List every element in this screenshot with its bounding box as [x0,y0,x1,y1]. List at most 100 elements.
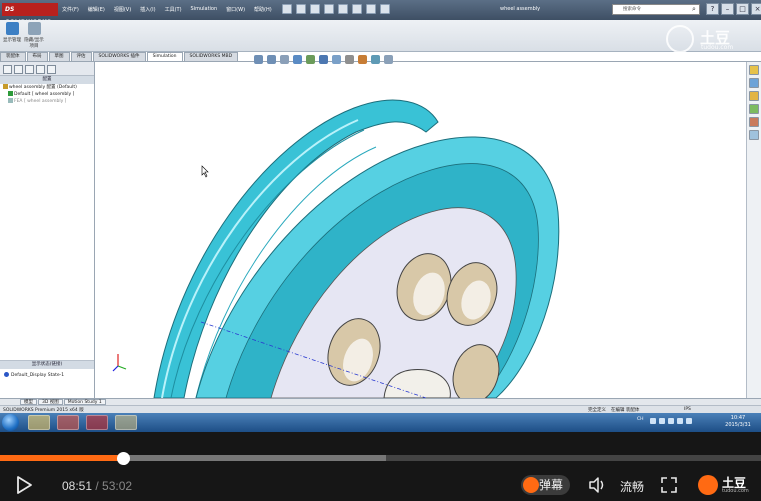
menu-item-simulation[interactable]: Simulation [191,6,218,13]
close-button[interactable]: × [751,3,761,15]
tray-help-icon[interactable] [650,418,656,424]
edit-appearance-icon[interactable] [358,55,367,64]
display-manager-label: 显示管理 [3,38,21,43]
danmu-toggle[interactable]: 弹幕 [521,475,570,495]
quality-selector[interactable]: 流畅 [620,478,644,495]
menu-item-help[interactable]: 帮助(H) [254,6,272,13]
menu-item-insert[interactable]: 插入(I) [140,6,155,13]
file-explorer-icon[interactable] [749,91,759,101]
menu-item-tools[interactable]: 工具(T) [165,6,182,13]
zoom-area-icon[interactable] [267,55,276,64]
taskbar-folder-icon[interactable] [115,415,137,430]
view-palette-icon[interactable] [749,104,759,114]
undo-icon[interactable] [338,4,348,14]
tray-network-icon[interactable] [677,418,683,424]
menu-item-edit[interactable]: 编辑(E) [88,6,105,13]
video-player-controls: 08:51 / 53:02 弹幕 流畅 土豆 tudou.com [0,432,761,501]
display-manager-button[interactable]: 显示管理 [2,22,22,50]
display-state-item[interactable]: Default_Display State-1 [4,372,64,378]
new-icon[interactable] [282,4,292,14]
tab-addins[interactable]: SOLIDWORKS 插件 [92,52,146,61]
command-search-input[interactable]: 搜索命令 [612,4,700,15]
video-frame[interactable]: DS SOLIDWORKS 文件(F) 编辑(E) 视图(V) 插入(I) 工具… [0,0,761,432]
wheel-model[interactable] [96,62,746,398]
taskbar-powerpoint-icon[interactable] [57,415,79,430]
progress-bar[interactable] [0,455,761,461]
hide-show-items-icon[interactable] [345,55,354,64]
hide-show-items-button[interactable]: 隐藏/显示 项目 [24,22,44,50]
brand-sub: tudou.com [722,488,749,494]
display-states-header: 显示状态(链接) [0,361,94,369]
tray-flag-icon[interactable] [668,418,674,424]
solidworks-logo: DS SOLIDWORKS [2,3,58,26]
taskbar-clock[interactable]: 10:47 2015/3/31 [718,415,758,429]
section-view-icon[interactable] [293,55,302,64]
zoom-fit-icon[interactable] [254,55,263,64]
display-style-icon[interactable] [332,55,341,64]
solidworks-resources-icon[interactable] [749,65,759,75]
taskbar-solidworks-icon[interactable] [86,415,108,430]
total-time: 53:02 [102,479,133,493]
maximize-button[interactable]: □ [736,3,749,15]
apply-scene-icon[interactable] [371,55,380,64]
display-manager-tab-icon[interactable] [47,65,56,74]
select-icon[interactable] [352,4,362,14]
tab-assembly[interactable]: 装配体 [0,52,26,61]
panel-header: 配置 [0,76,94,84]
help-button[interactable]: ? [706,3,719,15]
open-icon[interactable] [296,4,306,14]
command-tabs: 装配体 布局 草图 评估 SOLIDWORKS 插件 Simulation SO… [0,52,250,61]
print-icon[interactable] [324,4,334,14]
view-orientation-icon[interactable] [319,55,328,64]
search-icon[interactable]: ⌕ [692,5,700,13]
tudou-brand[interactable]: 土豆 tudou.com [698,475,758,497]
display-manager-icon [5,22,19,35]
dimxpert-icon[interactable] [36,65,45,74]
status-units[interactable]: IPS [684,407,691,412]
save-icon[interactable] [310,4,320,14]
options-icon[interactable] [380,4,390,14]
tree-item-default[interactable]: Default [ wheel assembly ] [0,91,94,98]
configuration-manager-panel: 配置 wheel assembly 配置 (Default) Default [… [0,62,95,399]
minimize-button[interactable]: – [721,3,734,15]
window-buttons: ? – □ × [706,3,761,15]
tray-keyboard-icon[interactable] [659,418,665,424]
progress-handle[interactable] [117,452,131,465]
menu-item-view[interactable]: 视图(V) [114,6,131,13]
fullscreen-icon[interactable] [661,477,677,493]
reference-triad-icon [112,354,127,372]
rebuild-icon[interactable] [366,4,376,14]
configuration-manager-icon[interactable] [25,65,34,74]
current-time: 08:51 [62,479,93,493]
playback-time: 08:51 / 53:02 [62,479,132,493]
tab-mbd[interactable]: SOLIDWORKS MBD [183,52,239,61]
previous-view-icon[interactable] [280,55,289,64]
assembly-icon [3,84,8,89]
play-icon[interactable] [14,475,34,495]
volume-icon[interactable] [588,477,606,493]
tree-item-root[interactable]: wheel assembly 配置 (Default) [0,84,94,91]
menu-item-window[interactable]: 窗口(W) [226,6,245,13]
property-manager-icon[interactable] [14,65,23,74]
design-library-icon[interactable] [749,78,759,88]
status-bar: SOLIDWORKS Premium 2015 x64 版 完全定义 在编辑 装… [0,405,761,413]
tab-evaluate[interactable]: 评估 [70,52,92,61]
tree-default-label: Default [ wheel assembly ] [14,92,75,97]
taskbar-explorer-icon[interactable] [28,415,50,430]
appearances-icon[interactable] [749,117,759,127]
custom-properties-icon[interactable] [749,130,759,140]
tab-simulation[interactable]: Simulation [146,52,183,61]
view-settings-icon[interactable] [384,55,393,64]
tudou-watermark: 土豆 tudou.com [666,25,756,55]
feature-tree-icon[interactable] [3,65,12,74]
dynamic-annotation-icon[interactable] [306,55,315,64]
tab-layout[interactable]: 布局 [26,52,48,61]
input-language[interactable]: CH [637,417,644,422]
tray-volume-icon[interactable] [686,418,692,424]
tab-sketch[interactable]: 草图 [48,52,70,61]
danmu-toggle-knob [523,477,539,493]
menu-item-file[interactable]: 文件(F) [62,6,79,13]
start-button-icon[interactable] [2,414,19,431]
tree-item-fea[interactable]: FEA [ wheel assembly ] [0,98,94,105]
solidworks-menu-bar: 文件(F) 编辑(E) 视图(V) 插入(I) 工具(T) Simulation… [62,6,272,13]
